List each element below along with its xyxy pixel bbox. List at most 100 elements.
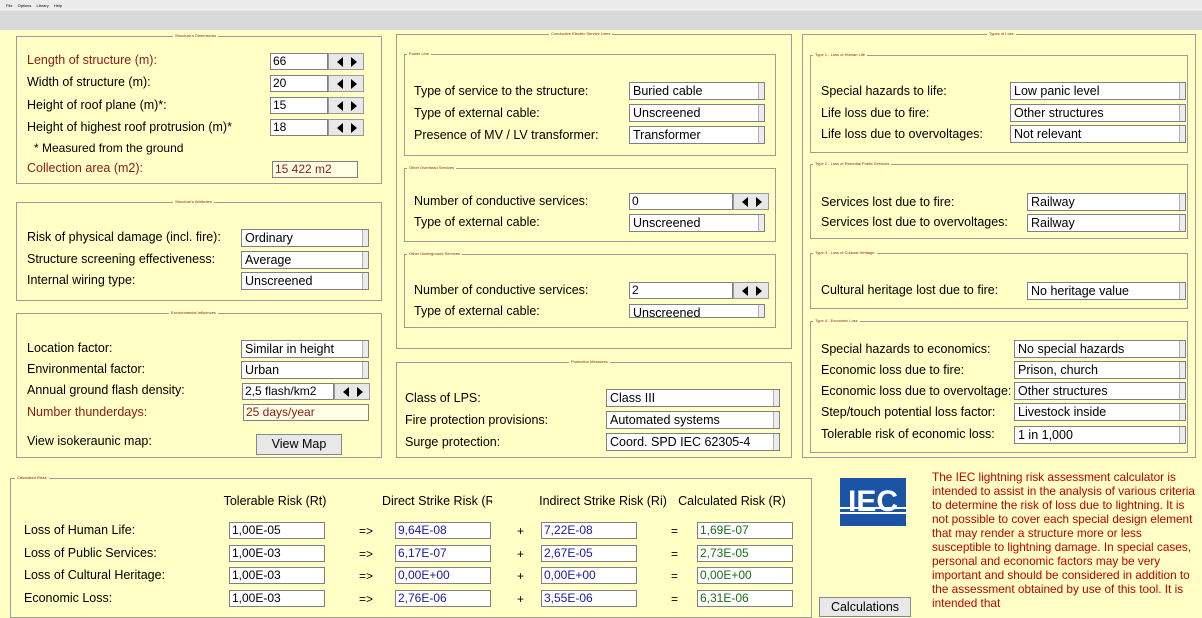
risk-row-label: Loss of Human Life: [24,523,136,537]
view-map-button[interactable]: View Map [256,434,342,455]
envfactor-value: Urban [245,363,280,377]
dropdown-arrow-icon [773,434,779,450]
ext-cable-value: Unscreened [633,106,701,120]
fire-select[interactable]: Automated systems [606,411,780,429]
direct-risk-value: 2,76E-06 [395,590,491,607]
heritage-select[interactable]: No heritage value [1027,282,1186,300]
heritage-value: No heritage value [1031,284,1129,298]
service-type-value: Buried cable [633,84,703,98]
fire-label: Fire protection provisions: [405,413,549,427]
calculated-risks-title: Calculated Risks [15,475,49,480]
econ-fire-value: Prison, church [1018,363,1098,377]
ovh-num-spinner[interactable] [733,193,769,210]
step-select[interactable]: Livestock inside [1014,403,1186,421]
service-type-select[interactable]: Buried cable [629,82,765,100]
menu-help[interactable]: Help [54,3,62,8]
econ-fire-select[interactable]: Prison, church [1014,361,1186,379]
menu-library[interactable]: Library [37,3,49,8]
length-input[interactable]: 66 [270,53,328,70]
transformer-label: Presence of MV / LV transformer: [414,128,599,142]
protrusion-spinner[interactable] [328,119,364,136]
dropdown-arrow-icon [1179,283,1185,299]
und-cable-label: Type of external cable: [414,304,540,318]
screening-select[interactable]: Average [241,251,369,269]
lps-select[interactable]: Class III [606,389,780,407]
header-indirect: Indirect Strike Risk (Ri) [539,494,667,508]
und-num-input[interactable]: 2 [629,282,733,299]
location-select[interactable]: Similar in height [241,340,369,358]
width-label: Width of structure (m): [27,75,151,89]
dropdown-arrow-icon [1179,383,1185,399]
ovh-cable-select[interactable]: Unscreened [629,214,765,232]
ovh-num-input[interactable]: 0 [629,193,733,210]
svc-fire-select[interactable]: Railway [1027,193,1186,211]
flash-input[interactable]: 2,5 flash/km2 [242,383,334,400]
dropdown-arrow-icon [1179,215,1185,231]
menu-options[interactable]: Options [18,3,32,8]
econ-hazards-value: No special hazards [1018,342,1125,356]
direct-risk-value: 6,17E-07 [395,545,491,562]
roof-spinner[interactable] [328,97,364,114]
length-spinner[interactable] [328,53,364,70]
dimensions-title: Structure's Dimensions [173,33,218,38]
area-output: 15 422 m2 [272,161,358,178]
und-cable-select[interactable]: Unscreened [629,304,765,318]
type1-title: Type 1 - Loss of Human Life [813,52,868,57]
header-direct: Direct Strike Risk (Rd) [382,494,492,508]
environment-title: Environmental Influences [169,310,218,315]
econ-fire-label: Economic loss due to fire: [821,363,965,377]
ext-cable-select[interactable]: Unscreened [629,104,765,122]
risk-row-label: Economic Loss: [24,591,113,605]
wiring-select[interactable]: Unscreened [241,272,369,290]
und-cable-value: Unscreened [633,306,701,318]
life-ovv-select[interactable]: Not relevant [1010,125,1186,143]
dropdown-arrow-icon [362,341,368,357]
dropdown-arrow-icon [1179,404,1185,420]
protrusion-input[interactable]: 18 [270,119,328,136]
protrusion-label: Height of highest roof protrusion (m)* [27,120,232,134]
type4-title: Type 4 - Economic Loss [813,318,860,323]
calculated-risk-value: 6,31E-06 [697,590,793,607]
calculations-button[interactable]: Calculations [819,597,911,617]
life-fire-value: Other structures [1014,106,1104,120]
dropdown-arrow-icon [362,362,368,378]
flash-label: Annual ground flash density: [27,383,185,397]
arrow-sign: => [359,547,374,561]
calculated-risk-value: 1,69E-07 [697,522,793,539]
wiring-label: Internal wiring type: [27,273,136,287]
step-label: Step/touch potential loss factor: [821,405,996,419]
lps-value: Class III [610,391,656,405]
tolerable-econ-select[interactable]: 1 in 1,000 [1014,426,1186,444]
envfactor-select[interactable]: Urban [241,361,369,379]
screening-label: Structure screening effectiveness: [27,252,216,266]
hazards-life-label: Special hazards to life: [821,84,947,98]
width-spinner[interactable] [328,75,364,92]
und-num-spinner[interactable] [733,282,769,299]
width-input[interactable]: 20 [270,75,328,92]
ovh-num-label: Number of conductive services: [414,194,589,208]
loss-type3-group: Type 3 - Loss of Cultural Heritage [810,250,1188,309]
econ-hazards-select[interactable]: No special hazards [1014,340,1186,358]
indirect-risk-value: 7,22E-08 [541,522,637,539]
dropdown-arrow-icon [758,127,764,143]
overhead-title: Other Overhead Services [407,165,457,170]
indirect-risk-value: 3,55E-06 [541,590,637,607]
fire-value: Automated systems [610,413,720,427]
roof-input[interactable]: 15 [270,97,328,114]
measure-note: * Measured from the ground [34,141,184,155]
svc-ovv-select[interactable]: Railway [1027,214,1186,232]
surge-select[interactable]: Coord. SPD IEC 62305-4 [606,433,780,451]
dropdown-arrow-icon [1179,362,1185,378]
menu-file[interactable]: File [6,3,12,8]
hazards-life-select[interactable]: Low panic level [1010,82,1186,100]
dropdown-arrow-icon [1179,126,1185,142]
step-value: Livestock inside [1018,405,1107,419]
risk-damage-select[interactable]: Ordinary [241,229,369,247]
econ-ovv-select[interactable]: Other structures [1014,382,1186,400]
tolerable-risk-value: 1,00E-03 [229,567,325,584]
life-fire-select[interactable]: Other structures [1010,104,1186,122]
flash-spinner[interactable] [334,383,370,400]
dropdown-arrow-icon [758,305,764,317]
transformer-select[interactable]: Transformer [629,126,765,144]
type2-title: Type 2 - Loss of Essential Public Servic… [813,161,892,166]
